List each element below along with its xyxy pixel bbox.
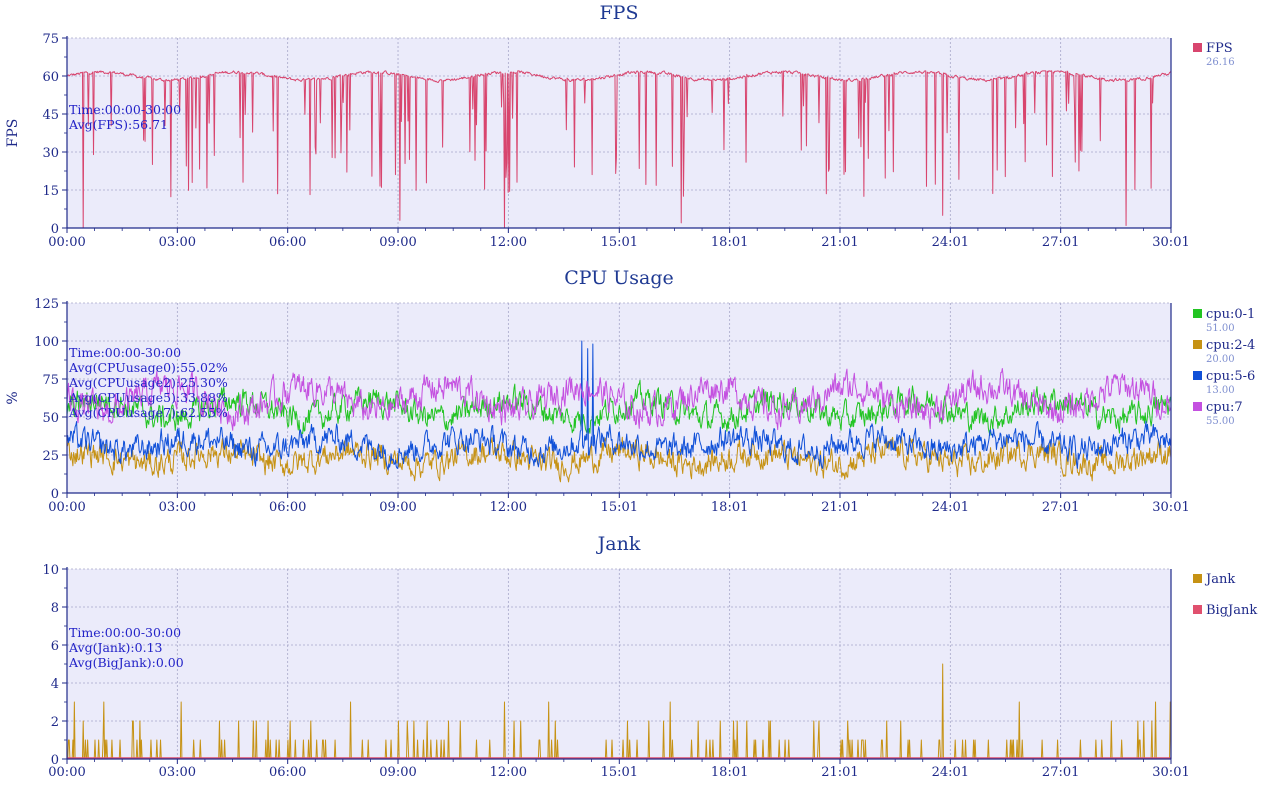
legend-value: 13.00 — [1206, 385, 1235, 396]
y-tick-label: 60 — [42, 70, 59, 85]
y-axis-label: FPS — [5, 119, 21, 148]
x-tick-label: 24:01 — [932, 235, 969, 250]
y-tick-label: 75 — [42, 373, 59, 388]
x-tick-label: 06:00 — [269, 235, 306, 250]
x-tick-label: 09:00 — [379, 500, 416, 515]
x-tick-label: 18:01 — [711, 235, 748, 250]
x-tick-label: 27:01 — [1042, 500, 1079, 515]
y-axis-label: % — [5, 391, 21, 404]
stats-annotation: Avg(CPUusage2):25.30% — [68, 375, 228, 390]
performance-report: FPS 0 15 30 45 60 75 00:00 03:00 06:00 09:00 12:00 1… — [0, 0, 1279, 784]
legend-value: 51.00 — [1206, 323, 1235, 334]
y-tick-label: 75 — [42, 32, 59, 47]
x-tick-label: 12:00 — [490, 235, 527, 250]
x-tick-label: 30:01 — [1152, 765, 1189, 780]
x-tick-label: 03:00 — [159, 235, 196, 250]
x-tick-label: 15:01 — [601, 500, 638, 515]
legend-value: 55.00 — [1206, 416, 1235, 427]
x-tick-label: 00:00 — [48, 235, 85, 250]
y-tick-label: 50 — [42, 411, 59, 426]
x-tick-label: 03:00 — [159, 765, 196, 780]
y-tick-label: 100 — [34, 335, 59, 350]
legend-label: FPS — [1206, 41, 1233, 56]
x-tick-label: 30:01 — [1152, 500, 1189, 515]
legend-swatch — [1193, 43, 1202, 52]
legend-swatch — [1193, 605, 1202, 614]
stats-annotation: Avg(FPS):56.71 — [68, 117, 168, 132]
legend-swatch — [1193, 402, 1202, 411]
x-tick-label: 15:01 — [601, 235, 638, 250]
legend-label: BigJank — [1206, 603, 1257, 618]
chart-title: Jank — [596, 533, 641, 555]
x-tick-label: 06:00 — [269, 765, 306, 780]
x-tick-label: 27:01 — [1042, 235, 1079, 250]
legend-label: cpu:7 — [1206, 400, 1243, 415]
legend-label: cpu:5-6 — [1206, 369, 1255, 384]
y-tick-label: 25 — [42, 449, 59, 464]
chart-panel-2: CPU Usage025507510012500:00 03:00 06:00 09:… — [5, 267, 1255, 515]
x-tick-label: 00:00 — [48, 765, 85, 780]
chart-title: FPS — [600, 2, 639, 24]
x-tick-label: 27:01 — [1042, 765, 1079, 780]
x-tick-label: 03:00 — [159, 500, 196, 515]
y-tick-label: 125 — [34, 297, 59, 312]
x-tick-label: 30:01 — [1152, 235, 1189, 250]
stats-annotation: Time:00:00-30:00 — [69, 102, 181, 117]
chart-panel-1: FPS0153045607500:00 03:00 06:00 09:00 12:00 1… — [5, 2, 1235, 250]
x-tick-label: 18:01 — [711, 765, 748, 780]
stats-annotation: Time:00:00-30:00 — [69, 625, 181, 640]
legend-swatch — [1193, 340, 1202, 349]
legend-swatch — [1193, 371, 1202, 380]
y-tick-label: 10 — [42, 563, 59, 578]
x-tick-label: 09:00 — [379, 235, 416, 250]
x-tick-label: 24:01 — [932, 500, 969, 515]
charts-canvas: FPS0153045607500:00 03:00 06:00 09:00 12:00 1… — [5, 2, 1257, 780]
x-tick-label: 15:01 — [601, 765, 638, 780]
y-tick-label: 6 — [51, 639, 59, 654]
x-tick-label: 09:00 — [379, 765, 416, 780]
y-tick-label: 2 — [51, 715, 59, 730]
x-tick-label: 21:01 — [821, 765, 858, 780]
stats-annotation: Time:00:00-30:00 — [69, 345, 181, 360]
y-tick-label: 30 — [42, 146, 59, 161]
legend-value: 26.16 — [1206, 57, 1235, 68]
y-tick-label: 4 — [51, 677, 59, 692]
legend-label: cpu:2-4 — [1206, 338, 1255, 353]
x-tick-label: 00:00 — [48, 500, 85, 515]
chart-panel-3: Jank024681000:00 03:00 06:00 09:00 12:00 15:0… — [42, 533, 1257, 780]
stats-annotation: Avg(CPUusage0):55.02% — [68, 360, 228, 375]
x-tick-label: 18:01 — [711, 500, 748, 515]
x-tick-label: 06:00 — [269, 500, 306, 515]
x-tick-label: 21:01 — [821, 500, 858, 515]
legend-swatch — [1193, 574, 1202, 583]
x-tick-label: 21:01 — [821, 235, 858, 250]
y-tick-label: 15 — [42, 184, 59, 199]
x-tick-label: 24:01 — [932, 765, 969, 780]
legend-value: 20.00 — [1206, 354, 1235, 365]
x-tick-label: 12:00 — [490, 500, 527, 515]
stats-annotation: Avg(Jank):0.13 — [68, 640, 163, 655]
legend-label: Jank — [1204, 572, 1235, 587]
legend-swatch — [1193, 309, 1202, 318]
stats-annotation: Avg(BigJank):0.00 — [68, 655, 184, 670]
stats-annotation: Avg(CPUusage7):62.55% — [68, 405, 228, 420]
chart-title: CPU Usage — [564, 267, 674, 289]
legend-label: cpu:0-1 — [1206, 307, 1255, 322]
y-tick-label: 8 — [51, 601, 59, 616]
y-tick-label: 45 — [42, 108, 59, 123]
x-tick-label: 12:00 — [490, 765, 527, 780]
stats-annotation: Avg(CPUusage5):33.88% — [68, 390, 228, 405]
